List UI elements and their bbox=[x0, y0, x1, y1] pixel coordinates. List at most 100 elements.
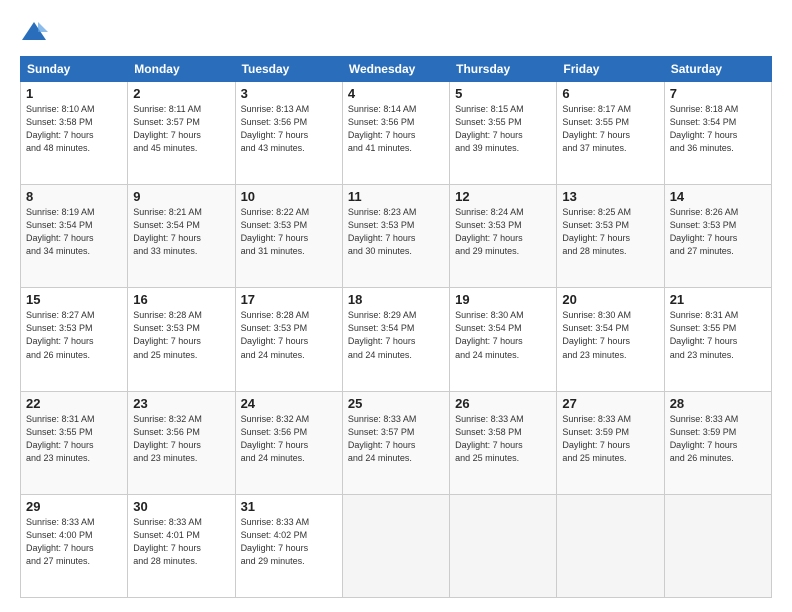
calendar-cell bbox=[342, 494, 449, 597]
day-info: Sunrise: 8:26 AMSunset: 3:53 PMDaylight:… bbox=[670, 206, 766, 258]
calendar-cell: 12Sunrise: 8:24 AMSunset: 3:53 PMDayligh… bbox=[450, 185, 557, 288]
calendar-cell: 4Sunrise: 8:14 AMSunset: 3:56 PMDaylight… bbox=[342, 82, 449, 185]
day-info: Sunrise: 8:32 AMSunset: 3:56 PMDaylight:… bbox=[241, 413, 337, 465]
calendar-cell: 3 Sunrise: 8:13 AMSunset: 3:56 PMDaylight… bbox=[235, 82, 342, 185]
calendar-cell: 30 Sunrise: 8:33 AMSunset: 4:01 PMDayligh… bbox=[128, 494, 235, 597]
day-info: Sunrise: 8:15 AMSunset: 3:55 PMDaylight:… bbox=[455, 103, 551, 155]
day-number: 30 bbox=[133, 499, 229, 514]
day-info: Sunrise: 8:18 AMSunset: 3:54 PMDaylight:… bbox=[670, 103, 766, 155]
day-info: Sunrise: 8:29 AMSunset: 3:54 PMDaylight:… bbox=[348, 309, 444, 361]
calendar-cell: 14 Sunrise: 8:26 AMSunset: 3:53 PMDayligh… bbox=[664, 185, 771, 288]
day-number: 24 bbox=[241, 396, 337, 411]
day-info: Sunrise: 8:21 AMSunset: 3:54 PMDaylight:… bbox=[133, 206, 229, 258]
day-info: Sunrise: 8:31 AMSunset: 3:55 PMDaylight:… bbox=[670, 309, 766, 361]
day-number: 20 bbox=[562, 292, 658, 307]
day-number: 17 bbox=[241, 292, 337, 307]
day-info: Sunrise: 8:19 AMSunset: 3:54 PMDaylight:… bbox=[26, 206, 122, 258]
week-row-1: 1 Sunrise: 8:10 AMSunset: 3:58 PMDaylight… bbox=[21, 82, 772, 185]
day-number: 1 bbox=[26, 86, 122, 101]
day-number: 19 bbox=[455, 292, 551, 307]
day-number: 4 bbox=[348, 86, 444, 101]
weekday-header-sunday: Sunday bbox=[21, 57, 128, 82]
calendar-cell: 5 Sunrise: 8:15 AMSunset: 3:55 PMDaylight… bbox=[450, 82, 557, 185]
calendar-cell: 18 Sunrise: 8:29 AMSunset: 3:54 PMDayligh… bbox=[342, 288, 449, 391]
calendar-cell: 20Sunrise: 8:30 AMSunset: 3:54 PMDayligh… bbox=[557, 288, 664, 391]
day-info: Sunrise: 8:25 AMSunset: 3:53 PMDaylight:… bbox=[562, 206, 658, 258]
day-number: 8 bbox=[26, 189, 122, 204]
weekday-header-thursday: Thursday bbox=[450, 57, 557, 82]
week-row-4: 22 Sunrise: 8:31 AMSunset: 3:55 PMDayligh… bbox=[21, 391, 772, 494]
day-info: Sunrise: 8:13 AMSunset: 3:56 PMDaylight:… bbox=[241, 103, 337, 155]
day-info: Sunrise: 8:32 AMSunset: 3:56 PMDaylight:… bbox=[133, 413, 229, 465]
day-number: 2 bbox=[133, 86, 229, 101]
calendar-table: SundayMondayTuesdayWednesdayThursdayFrid… bbox=[20, 56, 772, 598]
logo-icon bbox=[20, 18, 48, 46]
day-number: 3 bbox=[241, 86, 337, 101]
calendar-cell: 22 Sunrise: 8:31 AMSunset: 3:55 PMDayligh… bbox=[21, 391, 128, 494]
calendar-cell: 13 Sunrise: 8:25 AMSunset: 3:53 PMDayligh… bbox=[557, 185, 664, 288]
calendar-cell: 8 Sunrise: 8:19 AMSunset: 3:54 PMDaylight… bbox=[21, 185, 128, 288]
day-info: Sunrise: 8:10 AMSunset: 3:58 PMDaylight:… bbox=[26, 103, 122, 155]
day-number: 14 bbox=[670, 189, 766, 204]
calendar-cell: 27 Sunrise: 8:33 AMSunset: 3:59 PMDayligh… bbox=[557, 391, 664, 494]
calendar-cell: 24 Sunrise: 8:32 AMSunset: 3:56 PMDayligh… bbox=[235, 391, 342, 494]
week-row-5: 29 Sunrise: 8:33 AMSunset: 4:00 PMDayligh… bbox=[21, 494, 772, 597]
calendar-cell bbox=[450, 494, 557, 597]
calendar-cell: 28 Sunrise: 8:33 AMSunset: 3:59 PMDayligh… bbox=[664, 391, 771, 494]
calendar-cell: 21Sunrise: 8:31 AMSunset: 3:55 PMDayligh… bbox=[664, 288, 771, 391]
day-number: 13 bbox=[562, 189, 658, 204]
day-number: 5 bbox=[455, 86, 551, 101]
week-row-3: 15Sunrise: 8:27 AMSunset: 3:53 PMDayligh… bbox=[21, 288, 772, 391]
weekday-header-friday: Friday bbox=[557, 57, 664, 82]
header bbox=[20, 18, 772, 46]
calendar-cell: 2Sunrise: 8:11 AMSunset: 3:57 PMDaylight… bbox=[128, 82, 235, 185]
day-info: Sunrise: 8:33 AMSunset: 3:58 PMDaylight:… bbox=[455, 413, 551, 465]
weekday-header-row: SundayMondayTuesdayWednesdayThursdayFrid… bbox=[21, 57, 772, 82]
day-number: 29 bbox=[26, 499, 122, 514]
day-number: 31 bbox=[241, 499, 337, 514]
day-info: Sunrise: 8:23 AMSunset: 3:53 PMDaylight:… bbox=[348, 206, 444, 258]
calendar-cell: 29 Sunrise: 8:33 AMSunset: 4:00 PMDayligh… bbox=[21, 494, 128, 597]
day-info: Sunrise: 8:28 AMSunset: 3:53 PMDaylight:… bbox=[241, 309, 337, 361]
weekday-header-wednesday: Wednesday bbox=[342, 57, 449, 82]
logo bbox=[20, 18, 52, 46]
day-number: 15 bbox=[26, 292, 122, 307]
day-info: Sunrise: 8:33 AMSunset: 3:57 PMDaylight:… bbox=[348, 413, 444, 465]
calendar-cell: 17 Sunrise: 8:28 AMSunset: 3:53 PMDayligh… bbox=[235, 288, 342, 391]
day-info: Sunrise: 8:31 AMSunset: 3:55 PMDaylight:… bbox=[26, 413, 122, 465]
calendar-cell: 6 Sunrise: 8:17 AMSunset: 3:55 PMDaylight… bbox=[557, 82, 664, 185]
day-number: 7 bbox=[670, 86, 766, 101]
calendar-cell: 23Sunrise: 8:32 AMSunset: 3:56 PMDayligh… bbox=[128, 391, 235, 494]
day-number: 6 bbox=[562, 86, 658, 101]
day-number: 10 bbox=[241, 189, 337, 204]
page: SundayMondayTuesdayWednesdayThursdayFrid… bbox=[0, 0, 792, 612]
calendar-cell: 25 Sunrise: 8:33 AMSunset: 3:57 PMDayligh… bbox=[342, 391, 449, 494]
day-number: 18 bbox=[348, 292, 444, 307]
day-number: 27 bbox=[562, 396, 658, 411]
day-number: 9 bbox=[133, 189, 229, 204]
day-info: Sunrise: 8:33 AMSunset: 3:59 PMDaylight:… bbox=[562, 413, 658, 465]
day-info: Sunrise: 8:33 AMSunset: 4:00 PMDaylight:… bbox=[26, 516, 122, 568]
calendar-cell: 16Sunrise: 8:28 AMSunset: 3:53 PMDayligh… bbox=[128, 288, 235, 391]
weekday-header-tuesday: Tuesday bbox=[235, 57, 342, 82]
calendar-cell: 26Sunrise: 8:33 AMSunset: 3:58 PMDayligh… bbox=[450, 391, 557, 494]
day-info: Sunrise: 8:33 AMSunset: 4:01 PMDaylight:… bbox=[133, 516, 229, 568]
weekday-header-saturday: Saturday bbox=[664, 57, 771, 82]
day-info: Sunrise: 8:33 AMSunset: 4:02 PMDaylight:… bbox=[241, 516, 337, 568]
calendar-cell: 11Sunrise: 8:23 AMSunset: 3:53 PMDayligh… bbox=[342, 185, 449, 288]
day-info: Sunrise: 8:33 AMSunset: 3:59 PMDaylight:… bbox=[670, 413, 766, 465]
day-number: 22 bbox=[26, 396, 122, 411]
day-number: 28 bbox=[670, 396, 766, 411]
day-info: Sunrise: 8:30 AMSunset: 3:54 PMDaylight:… bbox=[455, 309, 551, 361]
weekday-header-monday: Monday bbox=[128, 57, 235, 82]
day-info: Sunrise: 8:17 AMSunset: 3:55 PMDaylight:… bbox=[562, 103, 658, 155]
day-number: 12 bbox=[455, 189, 551, 204]
calendar-cell: 15Sunrise: 8:27 AMSunset: 3:53 PMDayligh… bbox=[21, 288, 128, 391]
day-number: 16 bbox=[133, 292, 229, 307]
day-number: 25 bbox=[348, 396, 444, 411]
calendar-cell: 7 Sunrise: 8:18 AMSunset: 3:54 PMDaylight… bbox=[664, 82, 771, 185]
calendar-cell bbox=[557, 494, 664, 597]
calendar-cell: 19 Sunrise: 8:30 AMSunset: 3:54 PMDayligh… bbox=[450, 288, 557, 391]
week-row-2: 8 Sunrise: 8:19 AMSunset: 3:54 PMDaylight… bbox=[21, 185, 772, 288]
calendar-cell: 31 Sunrise: 8:33 AMSunset: 4:02 PMDayligh… bbox=[235, 494, 342, 597]
